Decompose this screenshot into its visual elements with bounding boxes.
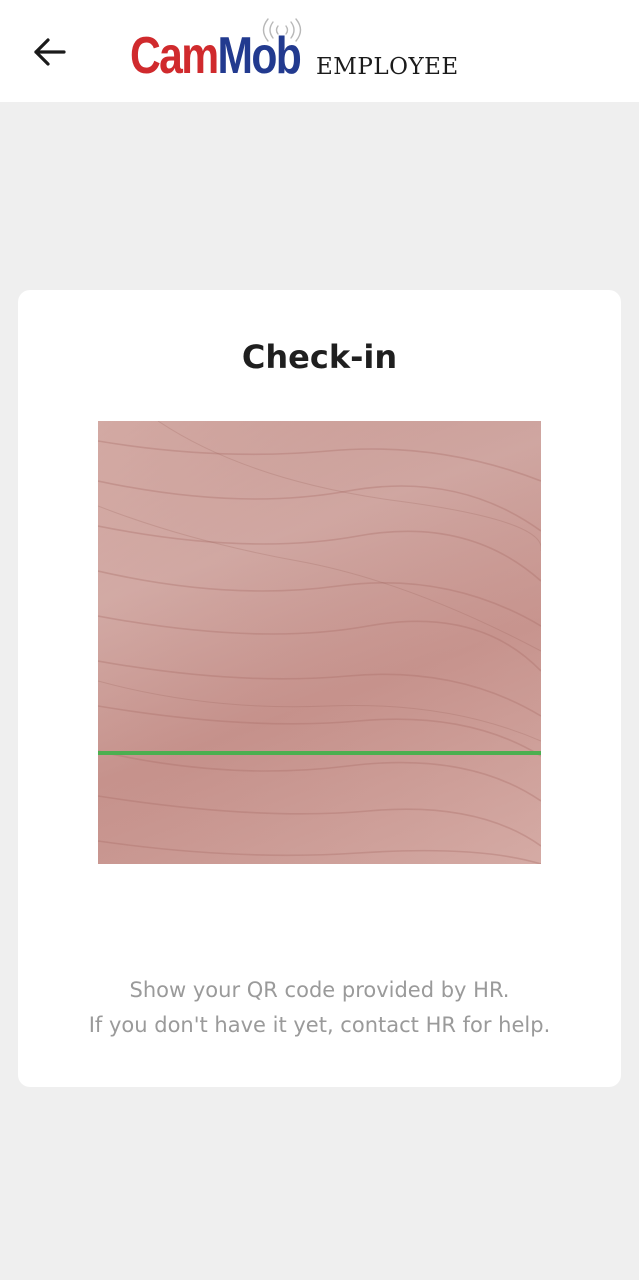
logo-wordmark: CamMob [130,27,302,85]
logo-mob-text: Mob [217,27,302,85]
camera-preview [98,421,541,864]
logo-subtitle: EMPLOYEE [316,54,459,80]
logo-cam-text: Cam [130,27,219,85]
back-button[interactable] [30,32,70,72]
hint-text-line-2: If you don't have it yet, contact HR for… [88,1013,551,1037]
qr-scanner-viewfinder[interactable] [98,421,541,864]
arrow-left-icon [34,38,66,66]
cammob-logo: CamMob EMPLOYEE [130,18,460,90]
app-header: CamMob EMPLOYEE [0,0,639,102]
page-title: Check-in [241,338,398,376]
hint-text-line-1: Show your QR code provided by HR. [129,978,510,1002]
scan-line [98,751,541,755]
